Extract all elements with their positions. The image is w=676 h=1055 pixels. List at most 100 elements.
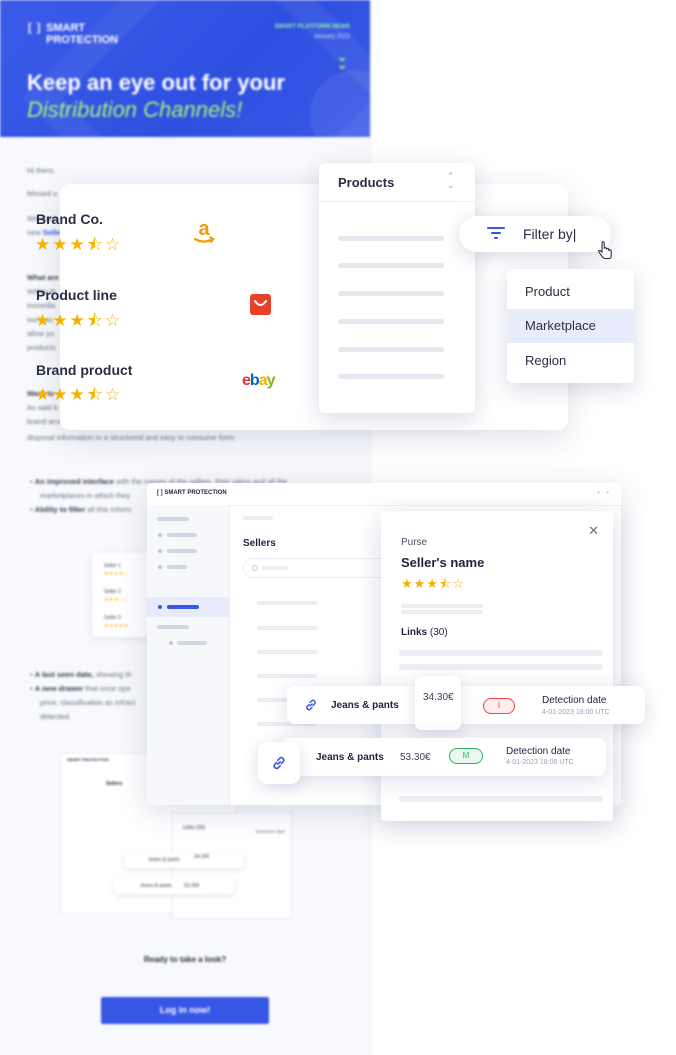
ebay-letter: b (249, 372, 260, 389)
detection-label: Detection date (542, 695, 607, 706)
link-icon (306, 699, 316, 711)
bullet-1-bold: An improved interface (34, 477, 114, 486)
table-row[interactable] (257, 674, 317, 678)
bullet-4-text: that once ope (83, 684, 131, 693)
sellers-title: Sellers (243, 538, 276, 549)
bullet-2-bold: Ability to filter (34, 505, 86, 514)
drawer-links: Links (30) (401, 627, 448, 638)
link-price: 53.30€ (400, 752, 431, 763)
link-icon (273, 756, 285, 770)
mini-seller-name: Seller 3 (104, 615, 121, 621)
close-icon[interactable]: ✕ (588, 523, 599, 539)
mini-chip-product: Jeans & pants (140, 883, 172, 889)
sidebar-item[interactable] (167, 565, 187, 569)
logo-word-2: PROTECTION (46, 34, 119, 46)
filter-icon (487, 225, 505, 241)
logo-bracket: [ ] (28, 22, 42, 34)
sidebar-item[interactable] (167, 605, 199, 609)
drawer-placeholder-line (399, 796, 603, 802)
detection-label: Detection date (506, 746, 571, 757)
mini-seller-name: Seller 2 (104, 589, 121, 595)
window-dots-icon[interactable]: • • (597, 488, 611, 497)
sidebar-bullet (158, 549, 162, 553)
placeholder-line (338, 263, 444, 268)
mini-seller-stars: ★★★★☆ (104, 571, 129, 577)
placeholder-line (338, 374, 444, 379)
sidebar-item[interactable] (167, 533, 197, 537)
aliexpress-icon (250, 294, 271, 315)
placeholder-line (338, 291, 444, 296)
drawer-placeholder-line (401, 610, 483, 614)
news-date: January 2023 (313, 34, 350, 40)
ready-text: Ready to take a look? (143, 955, 227, 964)
sidebar-item[interactable] (157, 625, 189, 629)
svg-text:a: a (198, 218, 210, 240)
sellers-search-input[interactable] (243, 558, 395, 578)
filter-label: Filter by| (523, 226, 577, 242)
app-sidebar (147, 505, 230, 805)
bullet-2-text: all this inform (85, 505, 132, 514)
table-row[interactable] (257, 650, 317, 654)
infraction-badge: I (483, 698, 515, 714)
logo-word-1: SMART (46, 22, 86, 34)
mini-seller-name: Seller 1 (104, 563, 121, 569)
link-row[interactable]: Jeans & pants 53.30€ M Detection date 4-… (281, 738, 606, 776)
filter-option-region[interactable]: Region (507, 344, 634, 378)
hand-cursor-icon (598, 241, 612, 260)
rating-stars: ★★★⯪☆ (35, 311, 123, 330)
greeting: Hi there, (27, 166, 56, 175)
news-meta: SMART PLATFORM NEWS January 2023 (274, 22, 350, 42)
placeholder-line (338, 319, 444, 324)
links-label: Links (401, 627, 428, 638)
filter-option-product[interactable]: Product (507, 275, 634, 309)
ebay-letter: a (258, 372, 268, 389)
link-product: Jeans & pants (316, 752, 384, 763)
sidebar-bullet (169, 641, 173, 645)
smart-protection-logo: [ ] SMART PROTECTION (28, 22, 118, 46)
price-tile: 34.30€ (415, 676, 461, 730)
link-product: Jeans & pants (331, 700, 399, 711)
app-topbar: [ ] SMART PROTECTION • • (147, 483, 621, 506)
drawer-placeholder-line (399, 664, 603, 670)
sidebar-item[interactable] (157, 517, 189, 521)
filter-option-marketplace[interactable]: Marketplace (507, 309, 634, 343)
hero-subtitle: Distribution Channels! (27, 97, 243, 122)
table-row[interactable] (257, 626, 317, 630)
sidebar-bullet (158, 533, 162, 537)
section-2-line: disposal information in a structured and… (27, 433, 236, 442)
drawer-category: Purse (401, 537, 428, 548)
mini-seller-stars: ★★★★★ (104, 623, 129, 629)
filter-menu: Product Marketplace Region (507, 269, 634, 383)
rating-stars: ★★★⯪☆ (35, 235, 123, 254)
mini-chip: Jeans & pants 53.30€ (114, 878, 234, 894)
link-row[interactable]: Jeans & pants I Detection date 4-01-2023… (287, 686, 645, 724)
drawer-placeholder-line (399, 650, 603, 656)
bullet-4-bold: A new drawer (34, 684, 84, 693)
link-tile[interactable] (258, 742, 300, 784)
filter-label-text: Filter by (523, 226, 573, 242)
ebay-letter: e (242, 372, 251, 389)
detection-value: 4-01-2023 18:00 UTC (506, 759, 574, 766)
sidebar-item[interactable] (167, 549, 197, 553)
sidebar-item[interactable] (177, 641, 207, 645)
brand-name: Brand Co. (36, 211, 103, 227)
mini-app-logo: SMART PROTECTION (67, 757, 109, 762)
links-count: (30) (429, 627, 448, 638)
products-title: Products (338, 175, 395, 190)
products-dropdown[interactable]: Products ⌃ ⌄ (319, 163, 475, 413)
products-header[interactable]: Products ⌃ ⌄ (319, 163, 475, 202)
brand-name: Brand product (36, 362, 133, 378)
sort-icon[interactable]: ⌃ ⌄ (447, 172, 455, 190)
login-button[interactable]: Log in now! (101, 997, 269, 1024)
drawer-seller-name: Seller's name (401, 555, 485, 570)
sidebar-bullet (158, 605, 162, 609)
filter-button[interactable]: Filter by| (459, 216, 611, 252)
drawer-placeholder-line (401, 604, 483, 608)
breadcrumb (243, 516, 273, 520)
table-row[interactable] (257, 601, 317, 605)
marketplace-badge: M (449, 748, 483, 764)
detection-value: 4-01-2023 18:00 UTC (542, 709, 610, 716)
brand-name: Product line (36, 287, 117, 303)
drawer-rating-stars: ★★★⯪☆ (401, 576, 465, 591)
sidebar-bullet (158, 565, 162, 569)
